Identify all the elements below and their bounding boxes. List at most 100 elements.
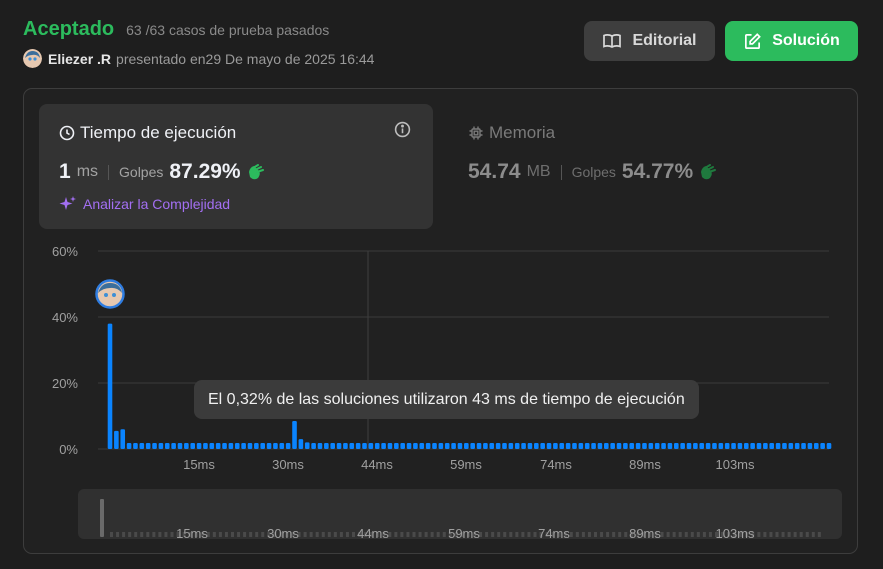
chart-bar [317,443,323,449]
chart-bar [413,443,418,449]
chart-bar [451,443,456,449]
navigator-bar [345,532,349,537]
chart-bar [107,323,113,449]
chart-bar [394,443,399,449]
chart-bar [508,443,514,449]
chart-bar [387,443,393,449]
x-tick-label: 30ms [272,457,304,472]
chart-bar [763,443,768,449]
navigator-bar [805,532,809,537]
navigator-bar [515,532,519,537]
chart-bar [553,443,558,449]
chart-bar [813,443,819,449]
chart-bar [330,443,335,449]
navigator-handle [100,499,104,537]
chart-bar [254,443,259,449]
navigator-bar [140,532,144,537]
chart-bar [788,443,794,449]
navigator-tick-label: 89ms [629,526,661,541]
navigator-bar [122,532,126,537]
navigator-bar [491,532,495,537]
chart-bar [782,443,787,449]
navigator-bar [303,532,307,537]
chart-bar [362,443,367,449]
chart-bar [222,443,227,449]
navigator-bar [309,532,313,537]
chart-bar [177,443,183,449]
chart-bar [368,443,374,449]
navigator-bar [436,532,440,537]
navigator-bar [757,532,761,537]
y-tick-label: 60% [52,244,78,259]
navigator-bar [527,532,531,537]
chart-bar [540,443,545,449]
chart-bar [750,443,755,449]
chart-bar [527,443,533,449]
chart-bar [374,443,380,449]
chart-bar [584,443,590,449]
chart-bar [164,443,170,449]
navigator-bar [152,532,156,537]
chart-bar [476,443,482,449]
chart-bar [705,443,711,449]
navigator-bar [442,532,446,537]
chart-bar [718,443,724,449]
chart-bar [419,443,425,449]
navigator-bar [430,532,434,537]
navigator-bar [243,532,247,537]
navigator-bar [231,532,234,537]
chart-bar [260,443,266,449]
navigator-bar [406,532,410,537]
chart-bar [228,443,234,449]
chart-bar [743,443,749,449]
navigator-bar [321,532,325,537]
chart-bar [565,443,571,449]
chart-bar [654,443,660,449]
x-tick-label: 15ms [183,457,215,472]
chart-bar [724,443,730,449]
navigator-tick-label: 103ms [715,526,755,541]
navigator-bar [702,532,706,537]
navigator-bar [394,532,398,537]
chart-bar [769,443,775,449]
navigator-bar [509,532,513,537]
navigator-bar [261,532,265,537]
navigator-bar [763,532,767,537]
navigator-tick-label: 59ms [448,526,480,541]
navigator-bar [249,532,253,537]
navigator-bar [690,532,694,537]
navigator-bar [224,532,228,537]
navigator-bar [793,532,797,537]
chart-bar [196,443,202,449]
navigator-bar [485,532,489,537]
chart-bar [190,443,196,449]
runtime-distribution-chart[interactable]: 60% 40% 20% 0% 15ms 30ms 44ms 59ms 74ms 89ms 103ms… [0,0,883,569]
chart-bar [807,443,813,449]
navigator-bar [333,532,337,537]
navigator-bar [533,532,537,537]
chart-bar [304,442,310,449]
navigator-bar [503,532,507,537]
chart-bar [285,443,291,449]
navigator-bar [666,532,670,537]
chart-bar [355,443,361,449]
chart-bar [559,443,565,449]
navigator-bar [134,532,138,537]
chart-bar [126,443,132,449]
chart-bar [572,443,577,449]
navigator-bar [624,532,628,537]
chart-bar [133,443,138,449]
chart-bar [381,443,386,449]
chart-bar [489,443,495,449]
y-tick-label: 20% [52,376,78,391]
chart-tooltip: El 0,32% de las soluciones utilizaron 43… [194,380,699,419]
navigator-bar [110,532,113,537]
chart-bar [629,443,635,449]
y-tick-label: 0% [59,442,78,457]
navigator-bar [594,532,597,537]
navigator-bar [811,532,815,537]
chart-bar [661,443,666,449]
chart-bar [610,443,615,449]
x-tick-label: 103ms [715,457,755,472]
navigator-bar [170,532,174,537]
